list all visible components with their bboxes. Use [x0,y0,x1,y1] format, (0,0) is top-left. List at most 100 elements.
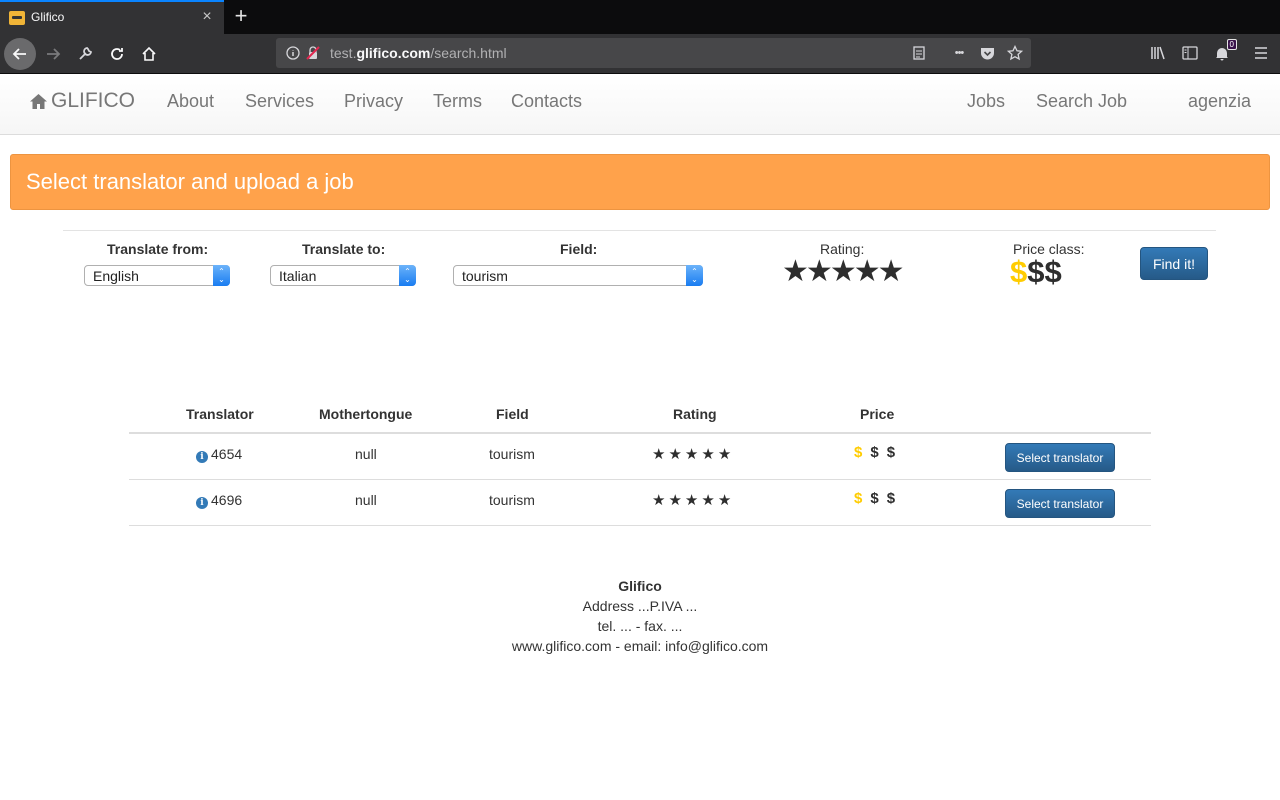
back-button[interactable] [4,38,36,70]
customize-button[interactable] [69,38,101,70]
nav-link-user[interactable]: agenzia [1188,91,1251,112]
select-arrows-icon: ⌃ ⌄ [399,265,416,286]
price-cell: $ $ $ [854,444,895,461]
translator-id-cell[interactable]: i 4654 [196,446,242,463]
select-translator-button[interactable]: Select translator [1005,489,1115,518]
browser-toolbar: test.glifico.com/search.html ••• 0 [0,34,1280,74]
bookmark-star-icon[interactable] [1006,44,1024,62]
home-button[interactable] [133,38,165,70]
search-form: Translate from: English ⌃ ⌄ Translate to:… [63,230,1216,300]
nav-link-about[interactable]: About [167,91,214,112]
translate-to-value: Italian [279,268,317,284]
translate-from-label: Translate from: [107,241,209,257]
column-header-price: Price [860,406,895,422]
wrench-icon [79,47,92,60]
price-class-option[interactable]: $ [1010,256,1027,288]
price-symbol: $ [870,490,879,507]
price-symbol: $ [870,444,879,461]
forward-button[interactable] [37,38,69,70]
field-cell: tourism [489,446,535,462]
nav-link-services[interactable]: Services [245,91,314,112]
find-button[interactable]: Find it! [1140,247,1208,280]
column-header-rating: Rating [673,406,717,422]
new-tab-button[interactable]: + [230,3,252,29]
page-banner: Select translator and upload a job [10,154,1270,210]
site-navbar: GLIFICO About Services Privacy Terms Con… [0,74,1280,135]
brand-link[interactable]: GLIFICO [30,89,135,113]
translate-to-select[interactable]: Italian ⌃ ⌄ [270,265,416,286]
translator-id-cell[interactable]: i 4696 [196,492,242,509]
table-row: i 4696 null tourism ★ ★ ★ ★ ★ $ $ $ Select tran… [129,480,1151,526]
star-icon[interactable]: ★ [806,257,833,287]
reader-view-icon[interactable] [910,44,928,62]
close-tab-icon[interactable]: × [198,7,216,27]
star-icon: ★ [684,446,699,463]
page-title: Select translator and upload a job [26,169,354,194]
price-class-input[interactable]: $ $ $ [1010,256,1062,288]
field-select[interactable]: tourism ⌃ ⌄ [453,265,703,286]
nav-link-privacy[interactable]: Privacy [344,91,403,112]
star-icon: ★ [668,446,682,463]
address-bar[interactable]: test.glifico.com/search.html ••• [276,38,1031,68]
footer-phone: tel. ... - fax. ... [597,618,683,634]
nav-link-contacts[interactable]: Contacts [511,91,582,112]
price-class-option[interactable]: $ [1027,256,1044,288]
insecure-lock-icon[interactable] [304,44,322,62]
page-actions-icon[interactable]: ••• [950,44,968,62]
star-icon: ★ [717,446,732,463]
page-footer: Glifico Address ...P.IVA ... tel. ... - … [0,576,1280,656]
mothertongue-cell: null [355,492,377,508]
rating-stars-input[interactable]: ★ ★ ★ ★ ★ [782,257,905,287]
rating-cell: ★ ★ ★ ★ ★ [652,445,731,463]
select-translator-button[interactable]: Select translator [1005,443,1115,472]
reload-icon [111,48,123,60]
price-class-option[interactable]: $ [1045,256,1062,288]
column-header-translator: Translator [186,406,254,422]
tab-title: Glifico [31,10,65,24]
footer-address: Address ...P.IVA ... [582,598,698,614]
pocket-icon[interactable] [978,44,996,62]
translate-to-label: Translate to: [302,241,386,257]
site-favicon-icon [9,11,25,25]
nav-link-terms[interactable]: Terms [433,91,482,112]
mothertongue-cell: null [355,446,377,462]
library-icon[interactable] [1146,40,1170,66]
nav-link-jobs[interactable]: Jobs [967,91,1005,112]
select-arrows-icon: ⌃ ⌄ [213,265,230,286]
notifications-icon[interactable]: 0 [1210,39,1237,66]
nav-link-search-job[interactable]: Search Job [1036,91,1127,112]
arrow-left-icon [12,48,26,60]
price-symbol: $ [886,444,896,461]
arrow-right-icon [47,48,61,60]
brand-name: GLIFICO [51,89,136,112]
home-icon [30,93,47,109]
footer-contact: www.glifico.com - email: info@glifico.co… [511,638,769,654]
rating-cell: ★ ★ ★ ★ ★ [652,491,731,509]
reload-button[interactable] [101,38,133,70]
hamburger-menu-icon[interactable] [1249,40,1273,66]
translate-from-select[interactable]: English ⌃ ⌄ [84,265,230,286]
star-icon[interactable]: ★ [830,257,857,287]
notification-badge: 0 [1226,39,1237,50]
star-icon: ★ [717,492,732,509]
info-icon[interactable]: i [196,497,208,509]
field-label: Field: [560,241,598,257]
star-icon: ★ [701,446,715,463]
price-symbol: $ [854,490,863,507]
sidebar-icon[interactable] [1178,40,1202,66]
info-icon[interactable]: i [196,451,208,463]
price-cell: $ $ $ [854,490,895,507]
price-symbol: $ [854,444,863,461]
browser-tab[interactable]: Glifico × [0,0,224,34]
browser-tab-bar: Glifico × + [0,0,1280,34]
star-icon: ★ [701,492,715,509]
star-icon[interactable]: ★ [878,257,905,287]
translate-from-value: English [93,268,139,284]
star-icon: ★ [684,492,699,509]
url-text[interactable]: test.glifico.com/search.html [330,45,507,61]
field-value: tourism [462,268,508,284]
info-icon[interactable] [284,44,302,62]
star-icon[interactable]: ★ [782,257,809,287]
star-icon: ★ [652,446,666,463]
star-icon[interactable]: ★ [854,257,881,287]
